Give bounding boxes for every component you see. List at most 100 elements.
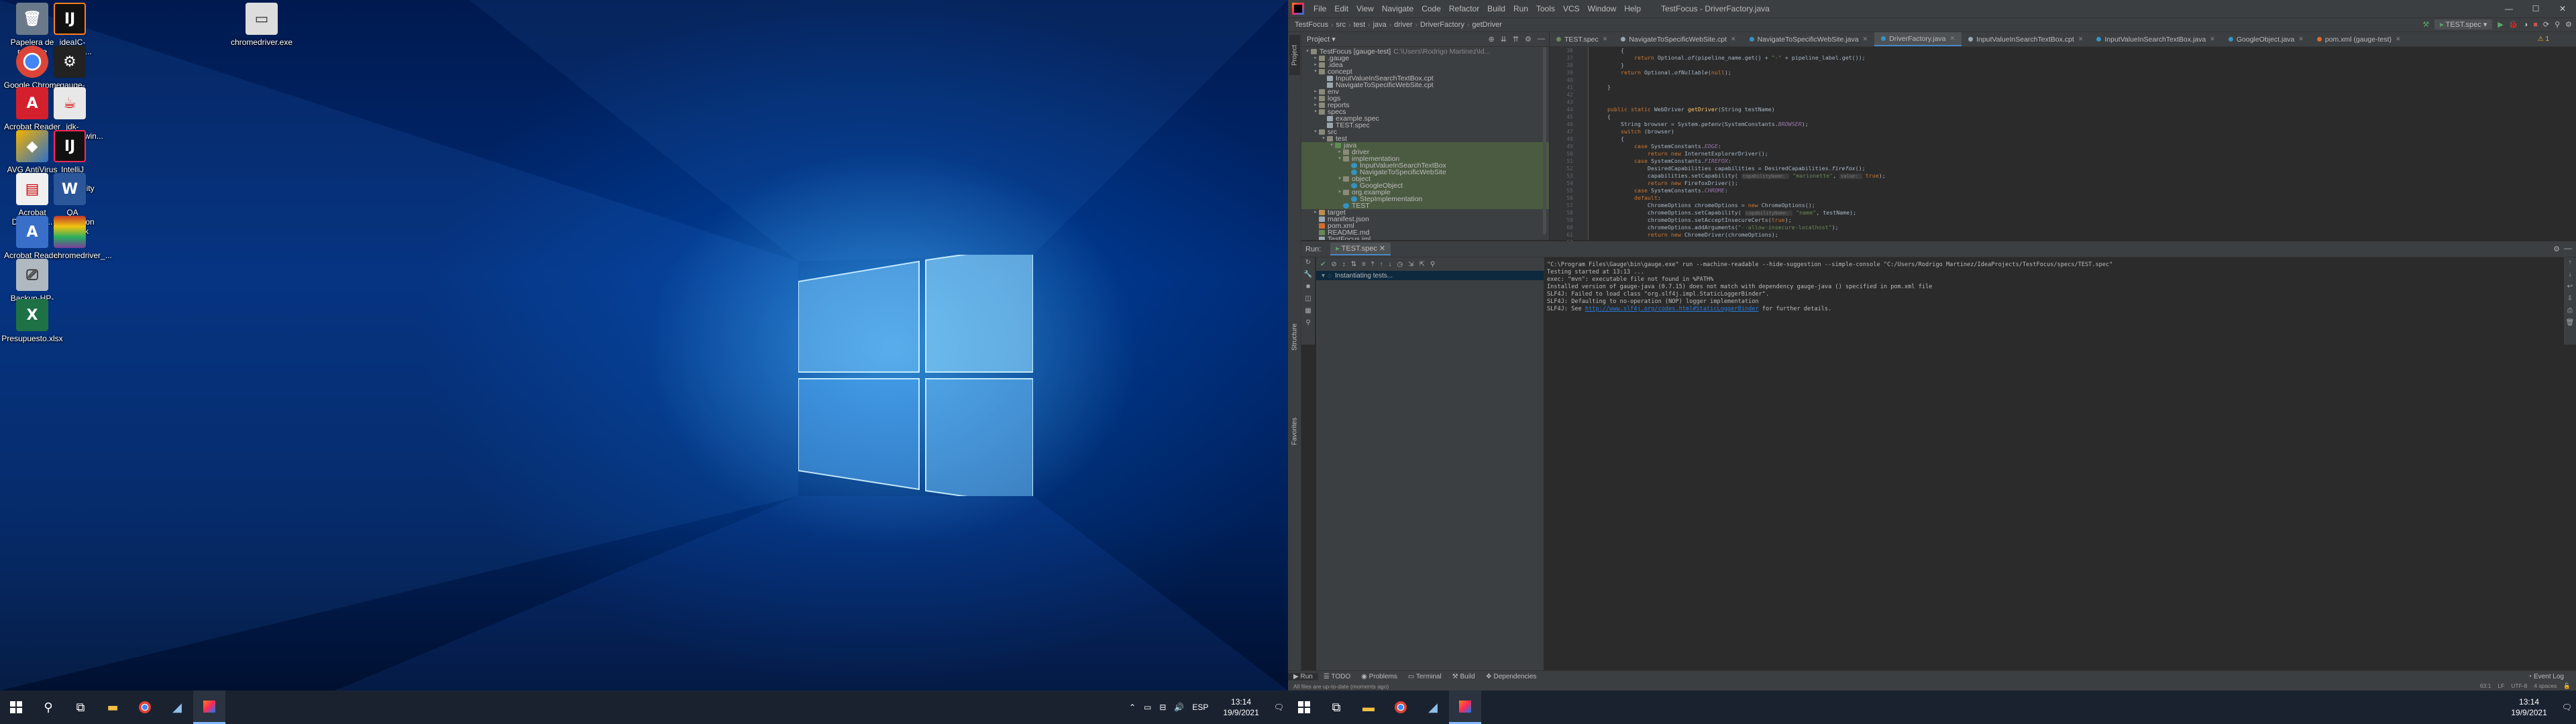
stop-icon[interactable]: ■ [1301,283,1315,294]
sort-duration-icon[interactable]: ⇅ [1351,261,1356,268]
editor-tab[interactable]: GoogleObject.java ✕ [2222,32,2310,46]
console-link[interactable]: http://www.slf4j.org/codes.html#StaticLo… [1585,306,1759,312]
close-icon[interactable]: ✕ [1731,36,1736,43]
layout-icon[interactable]: ▦ [1301,307,1315,318]
print-icon[interactable]: ⎙ [2564,307,2576,318]
desktop-icon-chromedriver-zip[interactable]: chromedriver_... [27,216,112,260]
chevron-right-icon[interactable]: ▸ [1336,149,1343,156]
tree-item[interactable]: ▾ java [1301,142,1549,149]
collapse-icon[interactable]: ⤒ [1371,261,1374,268]
clock[interactable]: 13:14 19/9/2021 [1212,697,1269,718]
status-message[interactable]: All files are up-to-date (moments ago) [1293,683,1389,690]
close-icon[interactable]: ✕ [2549,0,2576,17]
menu-item-build[interactable]: Build [1483,4,1509,13]
chrome-button[interactable] [1385,690,1417,724]
editor-tab[interactable]: InputValueInSearchTextBox.cpt ✕ [1962,32,2090,46]
task-view-button[interactable]: ⧉ [64,690,97,724]
editor-tab[interactable]: TEST.spec ✕ [1550,32,1614,46]
console-output[interactable]: "C:\Program Files\Gauge\bin\gauge.exe" r… [1547,261,2560,328]
chevron-up-icon[interactable]: ⌃ [1125,703,1140,712]
chevron-right-icon[interactable]: ▸ [1312,209,1319,216]
warning-indicator[interactable]: ⚠ 1 [2538,36,2549,43]
favorites-tool-tab[interactable]: Favorites [1289,408,1300,455]
tree-item[interactable]: ▾ test [1301,135,1549,143]
run-icon[interactable]: ▶ [2498,20,2503,29]
breadcrumb-item[interactable]: java [1371,21,1389,29]
expand-icon[interactable]: ≡ [1362,261,1366,268]
hide-icon[interactable]: — [2564,243,2572,253]
pin-icon[interactable]: ⚲ [1301,319,1315,330]
todo-tool-button[interactable]: ☰ TODO [1318,673,1356,680]
breadcrumb-item[interactable]: TestFocus [1292,21,1331,29]
chevron-right-icon[interactable]: ▸ [1312,55,1319,62]
locate-icon[interactable]: ⊕ [1488,35,1494,44]
chevron-down-icon[interactable]: ▾ [1336,176,1343,182]
export-icon[interactable]: ⇲ [1408,261,1413,268]
project-scrollbar[interactable] [1543,47,1546,235]
breadcrumb-item[interactable]: getDriver [1469,21,1505,29]
hammer-icon[interactable]: ⚒ [2422,20,2429,29]
error-stripe[interactable] [2571,48,2575,236]
menu-item-vcs[interactable]: VCS [1559,4,1584,13]
tree-item[interactable]: TEST.spec [1301,122,1549,129]
menu-item-navigate[interactable]: Navigate [1378,4,1417,13]
import-icon[interactable]: ⇱ [1419,261,1425,268]
chevron-down-icon[interactable]: ▾ [1312,68,1319,75]
gear-icon[interactable]: ⚙ [2553,245,2560,253]
close-icon[interactable]: ✕ [2298,36,2304,43]
tree-item[interactable]: GoogleObject [1301,182,1549,189]
file-explorer-button[interactable]: ▬ [1352,690,1385,724]
editor-tab[interactable]: DriverFactory.java ✕ [1874,32,1962,46]
language-indicator[interactable]: ESP [1188,703,1212,712]
clock-icon[interactable]: ◷ [1397,261,1403,268]
editor-tab[interactable]: NavigateToSpecificWebSite.java ✕ [1743,32,1875,46]
chevron-right-icon[interactable]: ▸ [1312,102,1319,109]
editor-tab[interactable]: NavigateToSpecificWebSite.cpt ✕ [1614,32,1742,46]
update-icon[interactable]: ⟳ [2543,20,2549,29]
file-explorer-button[interactable]: ▬ [97,690,129,724]
wrench-icon[interactable]: 🔧 [1301,271,1315,282]
project-title[interactable]: Project [1307,36,1330,44]
gear-icon[interactable]: ⚙ [1525,35,1532,44]
battery-icon[interactable]: ▭ [1140,703,1155,712]
hide-icon[interactable]: — [1538,35,1545,44]
soft-wrap-icon[interactable]: ↩ [2564,283,2576,294]
close-icon[interactable]: ✕ [1863,36,1868,43]
minimize-icon[interactable]: — [2496,0,2522,17]
down-arrow-icon[interactable]: ↓ [2564,271,2576,282]
chevron-down-icon[interactable]: ▾ [1304,48,1311,55]
chevron-right-icon[interactable]: ▸ [1312,62,1319,68]
breadcrumb-item[interactable]: driver [1391,21,1415,29]
debug-icon[interactable]: 🐞 [2509,20,2518,29]
structure-tool-tab[interactable]: Structure [1289,314,1300,361]
notification-icon[interactable]: 🗨 [1270,703,1288,712]
menu-item-view[interactable]: View [1352,4,1378,13]
tree-item[interactable]: TestFocus.iml [1301,236,1549,240]
breadcrumb-item[interactable]: test [1351,21,1368,29]
next-icon[interactable]: ↓ [1388,261,1391,268]
menu-item-window[interactable]: Window [1584,4,1621,13]
menu-item-file[interactable]: File [1309,4,1330,13]
chevron-right-icon[interactable]: ▸ [1312,95,1319,102]
test-tree-item[interactable]: ▾ ◌ Instantiating tests... [1316,271,1544,280]
editor-tab[interactable]: pom.xml (gauge-test) ✕ [2310,32,2408,46]
app-button[interactable]: ◢ [161,690,193,724]
app-button[interactable]: ◢ [1417,690,1449,724]
tree-item[interactable]: ▾ object [1301,176,1549,182]
show-passed-icon[interactable]: ✔ [1320,261,1326,268]
close-icon[interactable]: ✕ [2078,36,2084,43]
problems-tool-button[interactable]: ◉ Problems [1356,673,1403,680]
chevron-down-icon[interactable]: ▾ [1336,189,1343,196]
close-icon[interactable]: ✕ [1603,36,1608,43]
intellij-button[interactable] [193,690,225,724]
show-ignored-icon[interactable]: ⊘ [1331,261,1336,268]
breadcrumb-item[interactable]: DriverFactory [1417,21,1467,29]
camera-icon[interactable]: ◫ [1301,295,1315,306]
line-separator[interactable]: LF [2498,682,2504,690]
up-arrow-icon[interactable]: ↑ [2564,259,2576,269]
close-icon[interactable]: ✕ [1950,35,1955,42]
caret-position[interactable]: 63:1 [2480,682,2491,690]
breadcrumb-item[interactable]: src [1333,21,1348,29]
coverage-icon[interactable]: ◑ [2524,21,2528,29]
prev-icon[interactable]: ↑ [1379,261,1383,268]
